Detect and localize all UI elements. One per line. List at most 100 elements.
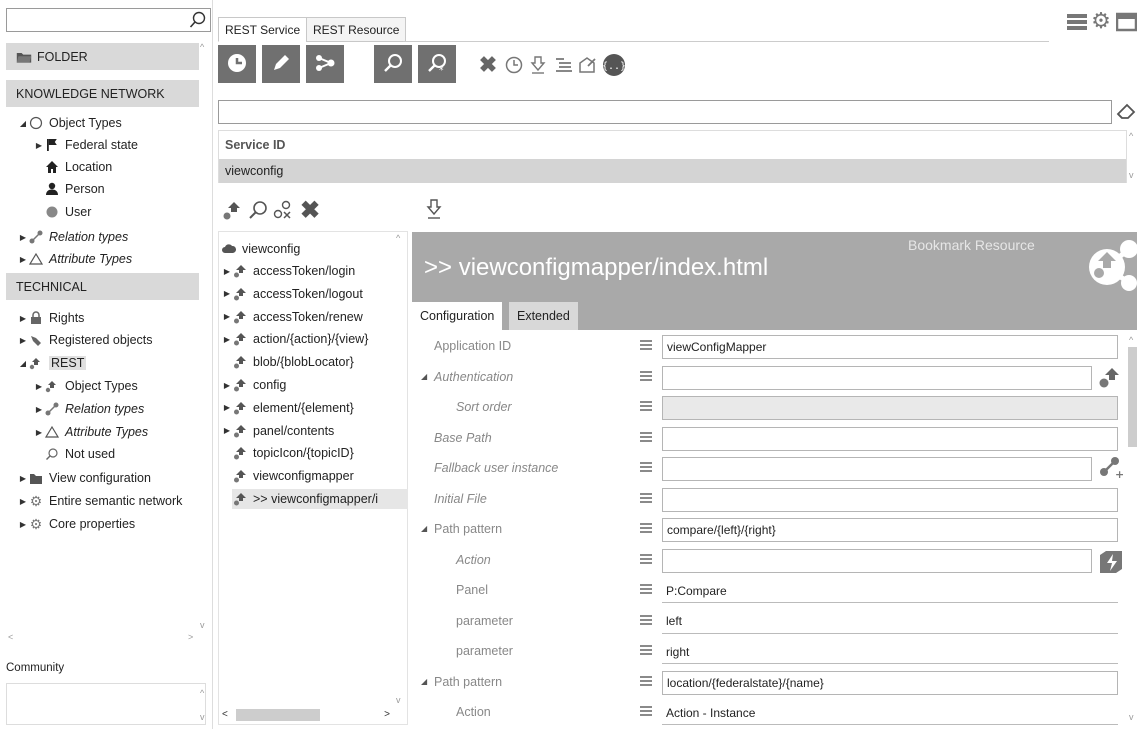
row-menu-icon[interactable]: [640, 584, 652, 595]
form-row-value[interactable]: location/{federalstate}/{name}: [662, 670, 1118, 695]
resource-tree-item[interactable]: ▶ element/{element}: [222, 398, 354, 418]
scroll-right-arrow-icon[interactable]: >: [384, 709, 390, 720]
scroll-up-arrow-icon[interactable]: ^: [396, 233, 400, 243]
tree-search-input[interactable]: [6, 8, 211, 32]
action-icon[interactable]: [1098, 549, 1124, 575]
collapsed-arrow-icon[interactable]: ▶: [18, 255, 28, 264]
row-menu-icon[interactable]: [640, 614, 652, 626]
expanded-arrow-icon[interactable]: ◢: [18, 359, 28, 368]
row-menu-icon[interactable]: [640, 340, 652, 351]
edit-button[interactable]: [262, 45, 300, 83]
row-menu-icon[interactable]: [640, 370, 652, 382]
json-icon[interactable]: {..}: [602, 53, 626, 77]
collapsed-arrow-icon[interactable]: ▶: [222, 426, 232, 435]
tree-item-location[interactable]: Location: [44, 157, 112, 177]
tab-configuration[interactable]: Configuration: [412, 302, 503, 330]
collapsed-arrow-icon[interactable]: ▶: [222, 289, 232, 298]
scroll-up-arrow-icon[interactable]: ^: [1129, 335, 1133, 345]
section-knowledge-network[interactable]: KNOWLEDGE NETWORK: [6, 80, 199, 107]
resource-tree-item[interactable]: ▶ accessToken/login: [222, 261, 355, 281]
form-row-value[interactable]: [662, 548, 1092, 573]
expanded-arrow-icon[interactable]: ◢: [421, 677, 427, 686]
tree-item-rest[interactable]: ◢ REST: [18, 353, 87, 373]
collapsed-arrow-icon[interactable]: ▶: [222, 267, 232, 276]
scroll-up-arrow-icon[interactable]: ^: [1129, 131, 1133, 141]
form-row-value[interactable]: [662, 365, 1092, 390]
collapsed-arrow-icon[interactable]: ▶: [222, 381, 232, 390]
collapsed-arrow-icon[interactable]: ▶: [18, 520, 28, 529]
download-icon[interactable]: [528, 55, 548, 75]
section-technical[interactable]: TECHNICAL: [6, 273, 199, 300]
resource-tree-root[interactable]: viewconfig: [221, 239, 300, 259]
tab-extended[interactable]: Extended: [509, 302, 578, 330]
tree-item-rest-attribute-types[interactable]: ▶ Attribute Types: [34, 422, 148, 442]
download-icon[interactable]: [424, 198, 444, 220]
expanded-arrow-icon[interactable]: ◢: [18, 119, 28, 128]
row-menu-icon[interactable]: [640, 492, 652, 504]
collapsed-arrow-icon[interactable]: ▶: [34, 141, 44, 150]
form-row-value[interactable]: viewConfigMapper: [662, 335, 1118, 359]
tree-item-rest-relation-types[interactable]: ▶ Relation types: [34, 399, 144, 419]
row-menu-icon[interactable]: [640, 462, 652, 473]
resource-tree-item[interactable]: >> viewconfigmapper/i: [232, 489, 408, 509]
list-icon[interactable]: [554, 55, 574, 75]
resource-tree-item[interactable]: ▶ panel/contents: [222, 421, 334, 441]
create-button[interactable]: [218, 45, 256, 83]
tree-item-entire-semantic-network[interactable]: ▶ ⚙ Entire semantic network: [18, 491, 182, 511]
search-icon[interactable]: [247, 199, 269, 221]
scroll-right-arrow-icon[interactable]: >: [188, 632, 193, 642]
resource-tree-item[interactable]: blob/{blobLocator}: [232, 352, 354, 372]
collapsed-arrow-icon[interactable]: ▶: [34, 405, 44, 414]
expanded-arrow-icon[interactable]: ◢: [421, 524, 427, 533]
scroll-down-arrow-icon[interactable]: v: [1129, 712, 1134, 722]
scrollbar-thumb[interactable]: [1128, 347, 1137, 447]
collapsed-arrow-icon[interactable]: ▶: [18, 314, 28, 323]
section-folder[interactable]: FOLDER: [6, 43, 199, 70]
row-menu-icon[interactable]: [640, 706, 652, 717]
resource-tree-item[interactable]: ▶ action/{action}/{view}: [222, 329, 368, 349]
resource-tree-item[interactable]: ▶ accessToken/logout: [222, 284, 363, 304]
advanced-search-button[interactable]: *: [418, 45, 456, 83]
add-resource-icon[interactable]: [222, 199, 244, 221]
collapsed-arrow-icon[interactable]: ▶: [222, 335, 232, 344]
tree-item-user[interactable]: User: [44, 202, 91, 222]
scroll-down-arrow-icon[interactable]: v: [200, 620, 205, 630]
collapsed-arrow-icon[interactable]: ▶: [18, 233, 28, 242]
collapsed-arrow-icon[interactable]: ▶: [34, 382, 44, 391]
row-menu-icon[interactable]: [640, 401, 652, 412]
row-menu-icon[interactable]: [640, 523, 652, 534]
tree-item-person[interactable]: Person: [44, 179, 105, 199]
tree-item-relation-types[interactable]: ▶ Relation types: [18, 227, 128, 247]
form-row-value[interactable]: [662, 487, 1118, 512]
eraser-icon[interactable]: [1115, 100, 1137, 122]
service-row[interactable]: viewconfig: [219, 159, 1126, 183]
add-relation-icon[interactable]: +: [1097, 454, 1123, 480]
tab-rest-service[interactable]: REST Service: [218, 17, 308, 42]
collapsed-arrow-icon[interactable]: ▶: [222, 312, 232, 321]
row-menu-icon[interactable]: [640, 645, 652, 656]
search-icon[interactable]: [189, 11, 207, 29]
horizontal-scrollbar[interactable]: < >: [218, 704, 408, 725]
scroll-up-arrow-icon[interactable]: ^: [200, 688, 204, 698]
form-row-value[interactable]: compare/{left}/{right}: [662, 518, 1118, 542]
collapsed-arrow-icon[interactable]: ▶: [18, 336, 28, 345]
window-icon[interactable]: [1116, 12, 1137, 32]
form-row-value[interactable]: [662, 396, 1118, 420]
search-button[interactable]: [374, 45, 412, 83]
tab-rest-resource[interactable]: REST Resource: [306, 17, 407, 42]
menu-icon[interactable]: [1066, 12, 1088, 32]
expanded-arrow-icon[interactable]: ◢: [421, 372, 427, 381]
scroll-left-arrow-icon[interactable]: <: [222, 709, 228, 720]
collapsed-arrow-icon[interactable]: ▶: [34, 428, 44, 437]
form-row-value[interactable]: [662, 457, 1092, 481]
tree-item-view-configuration[interactable]: ▶ View configuration: [18, 468, 151, 488]
tree-item-object-types[interactable]: ◢ Object Types: [18, 113, 122, 133]
filter-input[interactable]: [218, 100, 1112, 124]
tree-item-attribute-types[interactable]: ▶ Attribute Types: [18, 249, 132, 269]
tree-item-rest-object-types[interactable]: ▶ Object Types: [34, 376, 138, 396]
row-menu-icon[interactable]: [640, 431, 652, 443]
tree-item-rights[interactable]: ▶ Rights: [18, 308, 85, 328]
tree-item-not-used[interactable]: Not used: [44, 444, 115, 464]
row-menu-icon[interactable]: [640, 675, 652, 687]
collapsed-arrow-icon[interactable]: ▶: [222, 403, 232, 412]
